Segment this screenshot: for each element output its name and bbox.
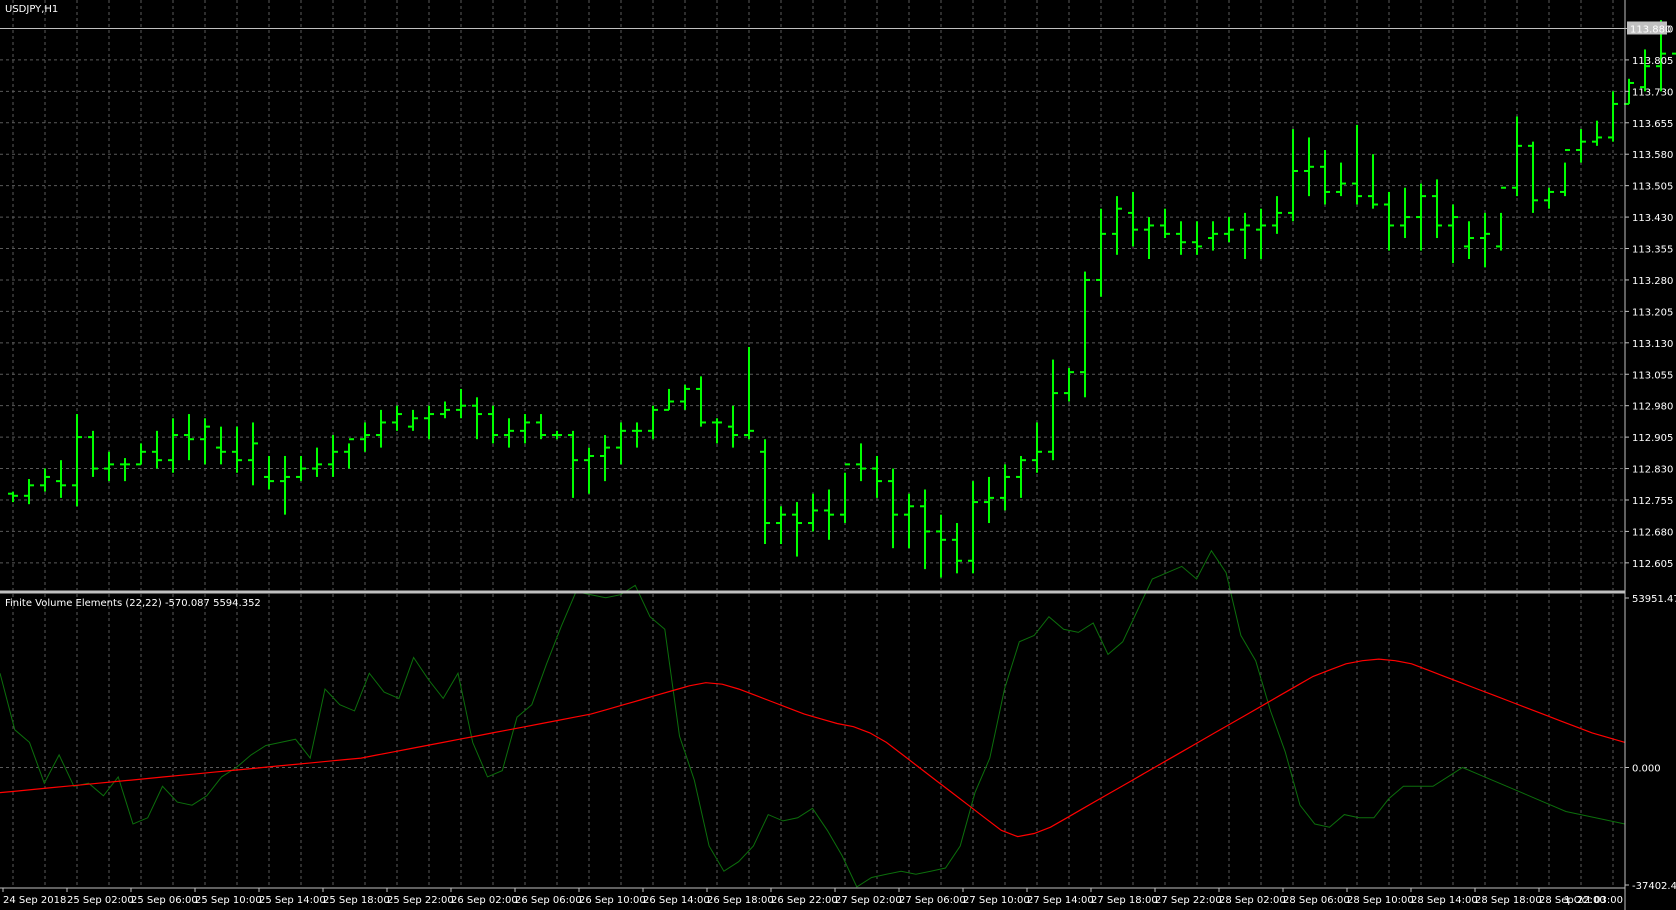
price-tick-label: 113.730	[1632, 87, 1673, 98]
chart-window[interactable]: 113.880 113.805 113.730 113.655 113.580 113.5…	[0, 0, 1676, 910]
price-tick-label: 112.755	[1632, 496, 1673, 507]
time-tick-label: 28 Sep 18:00	[1475, 895, 1542, 906]
time-tick-label: 25 Sep 14:00	[259, 895, 326, 906]
indicator-tick-label: 0.000	[1632, 763, 1661, 774]
time-tick-label: 27 Sep 10:00	[963, 895, 1030, 906]
time-tick-label: 27 Sep 02:00	[835, 895, 902, 906]
price-tick-label: 113.130	[1632, 339, 1673, 350]
price-tick-label: 112.605	[1632, 559, 1673, 570]
time-tick-label: 27 Sep 18:00	[1091, 895, 1158, 906]
time-tick-label: 26 Sep 06:00	[515, 895, 582, 906]
time-tick-label: 26 Sep 02:00	[451, 895, 518, 906]
price-tick-label: 113.505	[1632, 182, 1673, 193]
time-tick-label: 28 Sep 06:00	[1283, 895, 1350, 906]
time-tick-label: 25 Sep 22:00	[387, 895, 454, 906]
time-tick-label: 27 Sep 14:00	[1027, 895, 1094, 906]
price-tick-label: 112.830	[1632, 465, 1673, 476]
time-tick-label: 28 Sep 02:00	[1219, 895, 1286, 906]
time-tick-label: 26 Sep 18:00	[707, 895, 774, 906]
time-tick-label: 25 Sep 10:00	[195, 895, 262, 906]
price-tick-label: 113.355	[1632, 245, 1673, 256]
indicator-tick-label: 53951.478	[1632, 594, 1676, 605]
time-tick-label: 28 Sep 10:00	[1347, 895, 1414, 906]
time-tick-label: 27 Sep 22:00	[1155, 895, 1222, 906]
time-tick-label: 28 Sep 14:00	[1411, 895, 1478, 906]
time-tick-label: 25 Sep 18:00	[323, 895, 390, 906]
time-tick-label: 26 Sep 14:00	[643, 895, 710, 906]
time-tick-label: 25 Sep 02:00	[67, 895, 134, 906]
indicator-tick-label: -37402.430	[1632, 881, 1676, 892]
time-tick-label: 26 Sep 10:00	[579, 895, 646, 906]
price-tick-label: 112.680	[1632, 527, 1673, 538]
price-tick-label: 113.055	[1632, 370, 1673, 381]
current-price-label: 113.880	[1630, 24, 1671, 35]
time-tick-label: 1 Oct 03:00	[1564, 895, 1623, 906]
price-tick-label: 113.280	[1632, 276, 1673, 287]
time-tick-label: 26 Sep 22:00	[771, 895, 838, 906]
price-tick-label: 112.980	[1632, 402, 1673, 413]
price-tick-label: 113.205	[1632, 307, 1673, 318]
indicator-title: Finite Volume Elements (22,22) -570.087 …	[5, 598, 261, 609]
price-tick-label: 113.805	[1632, 56, 1673, 67]
symbol-title: USDJPY,H1	[5, 4, 58, 15]
price-tick-label: 113.580	[1632, 150, 1673, 161]
price-tick-label: 113.655	[1632, 119, 1673, 130]
time-tick-label: 25 Sep 06:00	[131, 895, 198, 906]
price-tick-label: 112.905	[1632, 433, 1673, 444]
chart-background	[0, 0, 1676, 910]
time-tick-label: 27 Sep 06:00	[899, 895, 966, 906]
price-tick-label: 113.430	[1632, 213, 1673, 224]
time-tick-label: 24 Sep 2018	[3, 895, 66, 906]
